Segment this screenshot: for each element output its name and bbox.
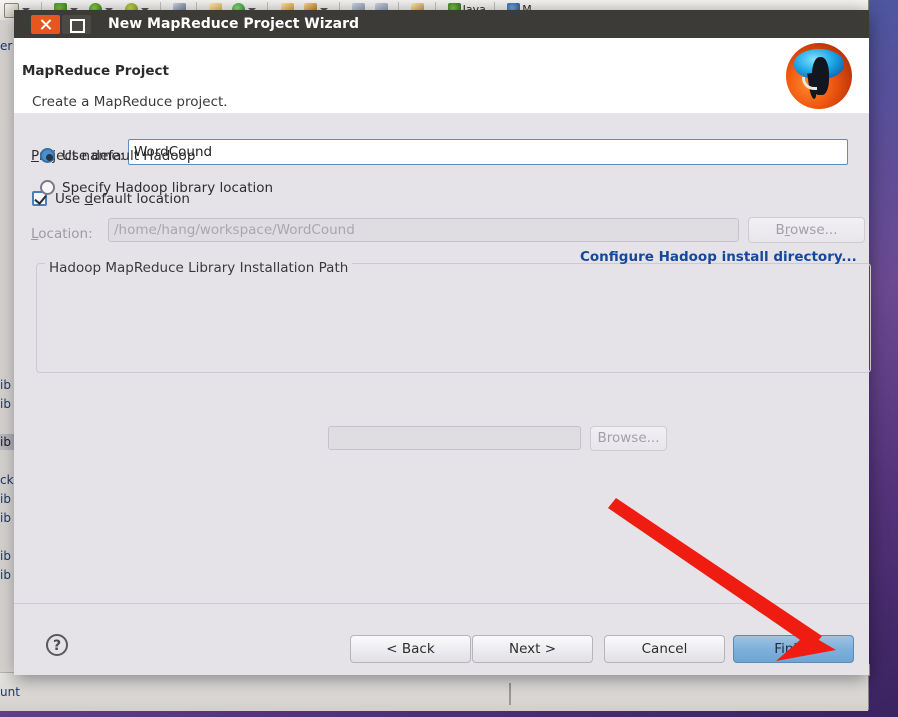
cancel-button[interactable]: Cancel <box>604 635 725 663</box>
hadoop-library-path-input[interactable] <box>328 426 581 450</box>
page-title: MapReduce Project <box>22 63 169 79</box>
back-button[interactable]: < Back <box>350 635 471 663</box>
dialog-footer: ? < Back Next > Cancel Finish <box>14 604 869 675</box>
finish-button[interactable]: Finish <box>733 635 854 663</box>
close-icon[interactable] <box>31 15 60 34</box>
new-mapreduce-project-wizard-dialog: New MapReduce Project Wizard MapReduce P… <box>14 10 871 675</box>
project-name-input[interactable] <box>128 139 848 165</box>
status-bar-text: unt <box>0 685 20 699</box>
next-button[interactable]: Next > <box>472 635 593 663</box>
radio-icon-selected[interactable] <box>40 148 55 163</box>
location-input[interactable]: /home/hang/workspace/WordCound <box>108 218 739 242</box>
page-description: Create a MapReduce project. <box>32 94 228 110</box>
dialog-title: New MapReduce Project Wizard <box>108 16 360 32</box>
location-browse-button[interactable]: Browse... <box>748 217 865 243</box>
use-default-hadoop-label: Use default Hadoop <box>62 148 196 164</box>
radio-icon-unselected[interactable] <box>40 180 55 195</box>
dialog-body: Project name: Use default location Locat… <box>14 113 871 603</box>
dialog-header: MapReduce Project Create a MapReduce pro… <box>14 38 869 114</box>
hadoop-library-group-title: Hadoop MapReduce Library Installation Pa… <box>45 260 353 276</box>
hadoop-browse-button[interactable]: Browse... <box>590 426 667 451</box>
specify-hadoop-library-label: Specify Hadoop library location <box>62 180 274 196</box>
dialog-titlebar[interactable]: New MapReduce Project Wizard <box>14 10 869 38</box>
help-icon[interactable]: ? <box>46 634 68 656</box>
status-bar-divider <box>509 683 511 705</box>
hadoop-library-group <box>36 263 871 373</box>
eclipse-status-bar: unt <box>0 672 868 711</box>
maximize-icon[interactable] <box>62 15 91 34</box>
configure-hadoop-install-directory-link[interactable]: Configure Hadoop install directory... <box>580 249 857 265</box>
hadoop-elephant-logo-icon <box>786 43 852 109</box>
location-label: Location: <box>31 226 93 242</box>
